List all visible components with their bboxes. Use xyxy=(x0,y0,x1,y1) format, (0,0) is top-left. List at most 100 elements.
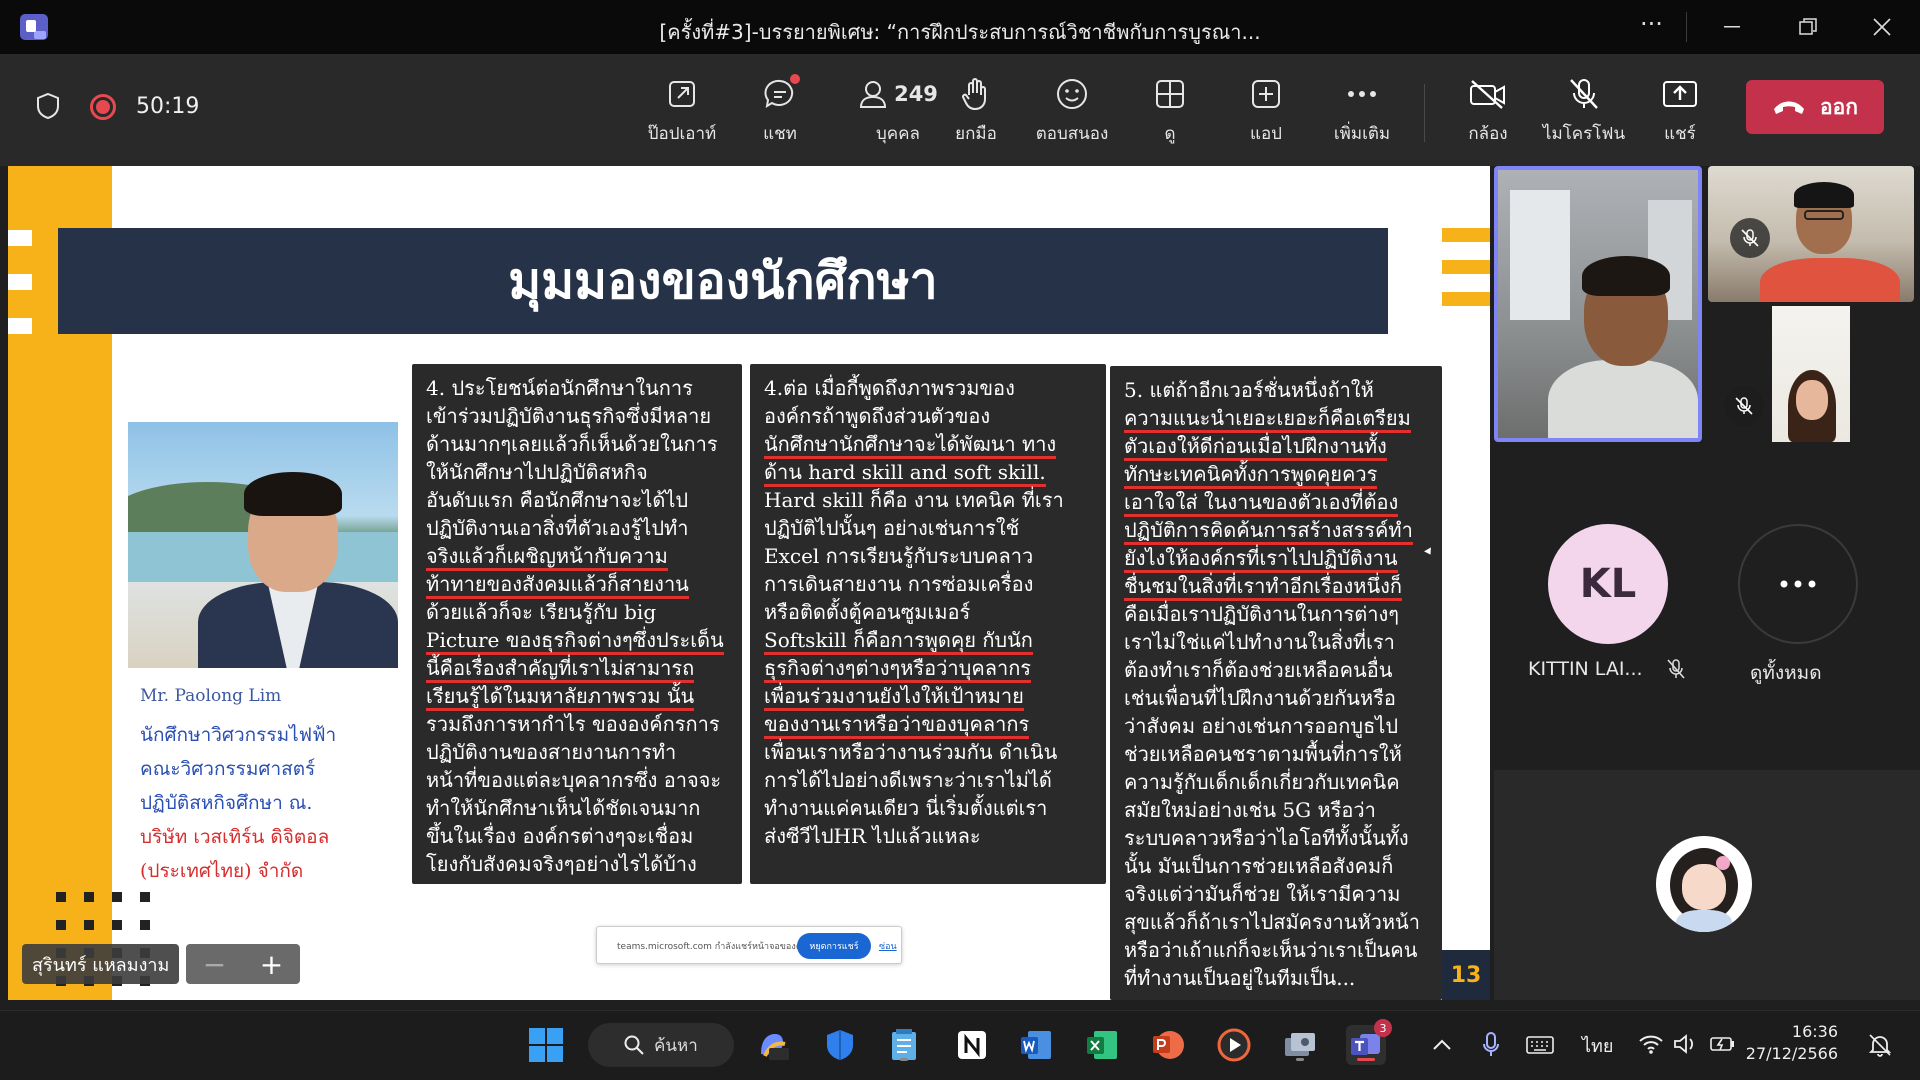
defender-app[interactable] xyxy=(820,1025,860,1065)
slide-text-content: เพื่อนร่วมงานยังไงให้เป้าหมาย xyxy=(764,684,1024,711)
slide-text-line: เอาใจใส่ ในงานของตัวเองที่ต้อง xyxy=(1124,488,1430,517)
raise-hand-button[interactable]: ยกมือ xyxy=(926,72,1026,152)
copilot-icon xyxy=(761,1034,789,1060)
close-window-button[interactable] xyxy=(1852,8,1912,46)
slide-text-line: ให้นักศึกษาไปปฏิบัติสหกิจ xyxy=(426,458,730,486)
presenter-name-chip: สุรินทร์ แหลมงาม xyxy=(22,944,180,984)
zoom-in-button[interactable]: + xyxy=(260,948,283,981)
slide-text-line: ที่ทำงานเป็นอยู่ในทีมเป็น... xyxy=(1124,964,1430,992)
wifi-icon[interactable] xyxy=(1638,1033,1664,1055)
raise-hand-label: ยกมือ xyxy=(955,124,997,144)
battery-charging-icon[interactable] xyxy=(1710,1035,1736,1053)
view-all-button[interactable] xyxy=(1738,524,1858,644)
titlebar-more-button[interactable]: ··· xyxy=(1640,10,1663,38)
start-button[interactable] xyxy=(526,1025,566,1065)
slide-text-content: Picture ของธุรกิจต่างๆซึ่งประเด็น xyxy=(426,628,724,655)
share-button[interactable]: แชร์ xyxy=(1630,72,1730,152)
camera-button[interactable]: กล้อง xyxy=(1438,72,1538,152)
slide-text-content: เรียนรู้ได้ในมหาลัยภาพรวม นั้น xyxy=(426,684,695,711)
presentation-slide: มุมมองของนักศึกษา Mr. Paolong Lim นักศึก… xyxy=(8,166,1490,1000)
slide-text-line: ด้านมากๆเลยแล้วก็เห็นด้วยในการ xyxy=(426,430,730,458)
view-all-label: ดูทั้งหมด xyxy=(1750,662,1822,684)
slide-text-content: ให้นักศึกษาไปปฏิบัติสหกิจ xyxy=(426,460,648,484)
system-clock[interactable]: 16:36 27/12/2566 xyxy=(1738,1021,1838,1065)
snipping-tool-app[interactable] xyxy=(1280,1025,1320,1065)
slide-text-line: ด้วยแล้วก็จะ เรียนรู้กับ big xyxy=(426,598,730,626)
self-avatar[interactable] xyxy=(1656,836,1752,932)
slide-text-content: คือเมื่อเราปฏิบัติงานในการต่างๆ xyxy=(1124,602,1399,626)
slide-text-content: ด้านมากๆเลยแล้วก็เห็นด้วยในการ xyxy=(426,432,718,456)
apps-button[interactable]: แอป xyxy=(1216,72,1316,152)
shield-icon[interactable] xyxy=(36,92,60,120)
more-button[interactable]: เพิ่มเติม xyxy=(1312,72,1412,152)
word-app[interactable] xyxy=(1016,1025,1056,1065)
slide-text-content: ความแนะนำเยอะเยอะก็คือเตรียม xyxy=(1124,406,1411,433)
slide-text-content: Softskill ก็คือการพูดคุย กับนัก xyxy=(764,628,1033,655)
participant-video-tile[interactable] xyxy=(1708,166,1914,302)
slide-text-content: 5. แต่ถ้าอีกเวอร์ชั่นหนึ่งถ้าให้ xyxy=(1124,378,1374,402)
active-speaker-tile[interactable] xyxy=(1494,166,1702,442)
slide-text-line: ต้องทำเราก็ต้องช่วยเหลือคนอื่น xyxy=(1124,656,1430,684)
leave-button[interactable]: ออก xyxy=(1746,80,1884,134)
teams-taskbar-app[interactable]: 3 xyxy=(1346,1019,1392,1065)
media-player-app[interactable] xyxy=(1214,1025,1254,1065)
zoom-controls: − + xyxy=(186,944,300,984)
slide-text-content: จริงแต่ว่ามันก็ช่วย ให้เรามีความ xyxy=(1124,882,1401,906)
taskbar-search[interactable]: ค้นหา xyxy=(588,1023,734,1067)
slide-text-line: ทำงานแค่คนเดียว นี่เริ่มตั้งแต่เรา xyxy=(764,794,1094,822)
slide-text-content: เอาใจใส่ ในงานของตัวเองที่ต้อง xyxy=(1124,490,1399,517)
slide-text-content: ช่วยเหลือคนชราตามพื้นที่การให้ xyxy=(1124,742,1402,766)
slide-text-line: ความรู้กับเด็กเด็กเกี่ยวกับเทคนิค xyxy=(1124,768,1430,796)
slide-text-content: ตัวเองให้ดีก่อนเมื่อไปฝึกงานทั้ง xyxy=(1124,434,1387,461)
slide-text-content: Hard skill ก็คือ งาน เทคนิค ที่เรา xyxy=(764,488,1064,512)
excel-app[interactable] xyxy=(1082,1025,1122,1065)
slide-text-line: นั้น มันเป็นการช่วยเหลือสังคมก็ xyxy=(1124,852,1430,880)
slide-text-content: Excel การเรียนรู้กับระบบคลาว xyxy=(764,544,1034,568)
microphone-tray-icon[interactable] xyxy=(1482,1031,1500,1059)
minimize-button[interactable] xyxy=(1702,8,1762,46)
slide-text-content: ด้วยแล้วก็จะ เรียนรู้กับ big xyxy=(426,600,657,624)
slide-text-line: เราไม่ใช่แค่ไปทำงานในสิ่งที่เรา xyxy=(1124,628,1430,656)
slide-notch xyxy=(8,230,32,246)
chevron-up-icon[interactable] xyxy=(1432,1037,1452,1051)
notifications-bell-icon[interactable] xyxy=(1868,1033,1892,1057)
zoom-out-button[interactable]: − xyxy=(203,948,226,981)
popout-button[interactable]: ป๊อปเอาท์ xyxy=(632,72,732,152)
slide-page-number: 13 xyxy=(1442,950,1490,1000)
restore-button[interactable] xyxy=(1778,8,1838,46)
slide-text-line: หน้าที่ของแต่ละบุคลากรซึ่ง อาจจะ xyxy=(426,766,730,794)
chat-button[interactable]: แชท xyxy=(730,72,830,152)
slide-text-line: Picture ของธุรกิจต่างๆซึ่งประเด็น xyxy=(426,626,730,655)
copilot-preview-app[interactable] xyxy=(752,1025,792,1065)
volume-icon[interactable] xyxy=(1672,1033,1698,1055)
slide-text-line: ตัวเองให้ดีก่อนเมื่อไปฝึกงานทั้ง xyxy=(1124,432,1430,461)
view-button[interactable]: ดู xyxy=(1120,72,1220,152)
notion-app[interactable] xyxy=(952,1025,992,1065)
participant-avatar-kl[interactable]: KL xyxy=(1548,524,1668,644)
slide-text-content: เราไม่ใช่แค่ไปทำงานในสิ่งที่เรา xyxy=(1124,630,1395,654)
hide-notice-link[interactable]: ซ่อน xyxy=(879,939,897,953)
slide-right-stripe xyxy=(1442,260,1490,274)
slide-text-content: ธุรกิจต่างๆต่างๆหรือว่าบุคลากร xyxy=(764,656,1032,683)
slide-text-line: Hard skill ก็คือ งาน เทคนิค ที่เรา xyxy=(764,486,1094,514)
slide-text-line: นี้คือเรื่องสำคัญที่เราไม่สามารถ xyxy=(426,654,730,683)
powerpoint-icon xyxy=(1153,1031,1184,1059)
slide-text-line: นักศึกษานักศึกษาจะได้พัฒนา ทาง xyxy=(764,430,1094,459)
restore-icon xyxy=(1799,18,1817,35)
caption-line: คณะวิศวกรรมศาสตร์ xyxy=(140,758,316,780)
participant-video-tile[interactable] xyxy=(1772,306,1850,442)
react-button[interactable]: ตอบสนอง xyxy=(1022,72,1122,152)
input-language[interactable]: ไทย xyxy=(1582,1031,1613,1060)
microphone-button[interactable]: ไมโครโฟน xyxy=(1534,72,1634,152)
meeting-timer: 50:19 xyxy=(136,94,200,119)
stop-sharing-button[interactable]: หยุดการแชร์ xyxy=(797,933,871,959)
slide-text-content: อันดับแรก คือนักศึกษาจะได้ไป xyxy=(426,488,689,512)
powerpoint-app[interactable] xyxy=(1148,1025,1188,1065)
slide-text-content: ระบบคลาวหรือว่าไอโอทีทั้งนั้นทั้ง xyxy=(1124,826,1409,850)
keyboard-icon[interactable] xyxy=(1526,1035,1554,1055)
raise-hand-icon xyxy=(962,78,986,111)
slide-text-line: ทำให้นักศึกษาเห็นได้ชัดเจนมาก xyxy=(426,794,730,822)
apps-label: แอป xyxy=(1250,124,1282,144)
notepad-app[interactable] xyxy=(884,1025,924,1065)
slide-text-line: เพื่อนร่วมงานยังไงให้เป้าหมาย xyxy=(764,682,1094,711)
